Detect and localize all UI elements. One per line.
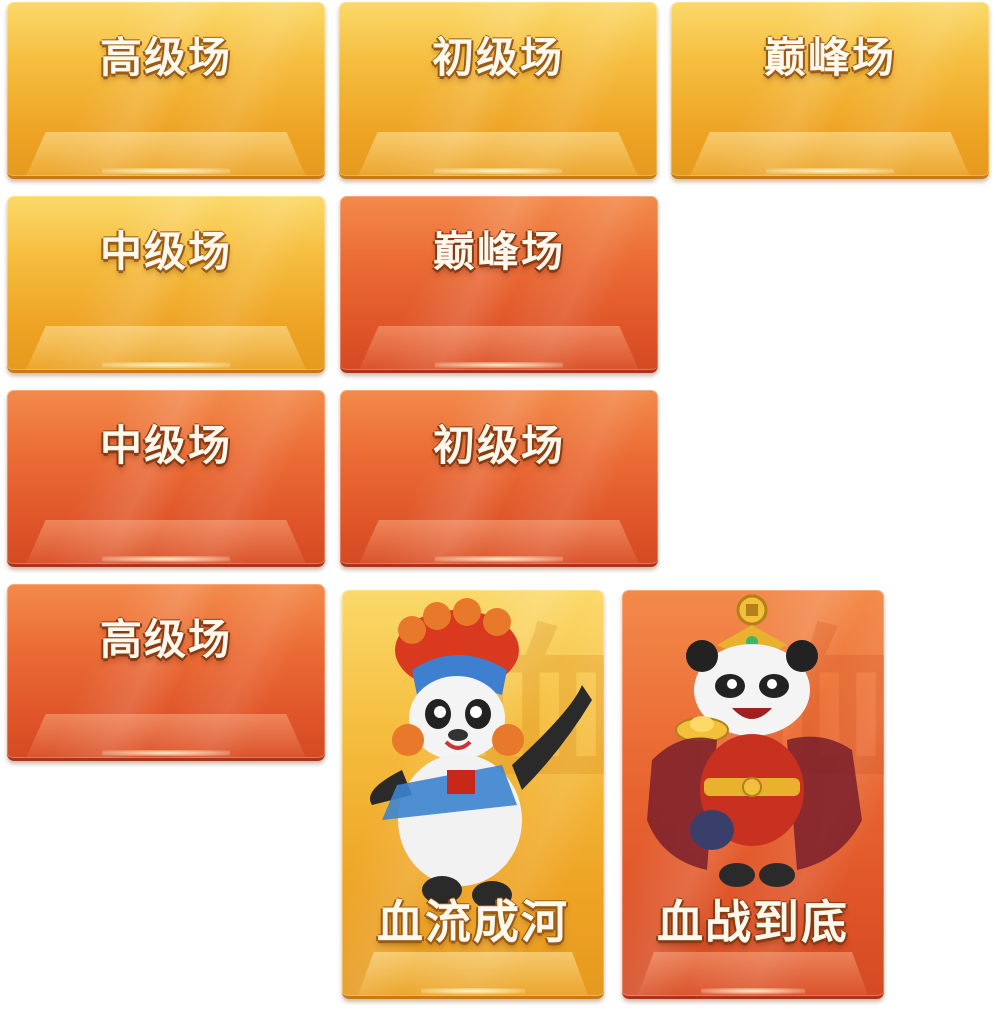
opera-panda-icon xyxy=(370,598,592,909)
room-card-red-beginner[interactable]: 初级场 xyxy=(340,390,658,567)
card-glow xyxy=(102,362,230,368)
mode-label: 血战到底 xyxy=(657,895,849,949)
room-label: 高级场 xyxy=(99,615,232,664)
room-label: 高级场 xyxy=(99,33,232,82)
room-label: 巅峰场 xyxy=(763,33,896,82)
room-label: 初级场 xyxy=(432,421,565,470)
mode-label: 血流成河 xyxy=(377,895,569,949)
card-glow xyxy=(102,556,230,562)
card-glow xyxy=(435,556,563,562)
room-label: 中级场 xyxy=(99,421,232,470)
card-glow xyxy=(435,362,563,368)
room-card-gold-advanced[interactable]: 高级场 xyxy=(7,2,325,179)
room-label: 巅峰场 xyxy=(432,227,565,276)
room-card-red-advanced[interactable]: 高级场 xyxy=(7,584,325,761)
mode-card-xuezhandaodi[interactable]: ⾎ 血战到底 xyxy=(622,590,884,999)
card-glow xyxy=(700,988,806,994)
room-card-gold-peak[interactable]: 巅峰场 xyxy=(671,2,989,179)
card-glow xyxy=(420,988,526,994)
room-card-gold-beginner[interactable]: 初级场 xyxy=(339,2,657,179)
gold-ingot-panda-icon xyxy=(647,594,862,887)
card-glow xyxy=(102,750,230,756)
card-glow xyxy=(102,168,230,174)
room-card-red-peak[interactable]: 巅峰场 xyxy=(340,196,658,373)
room-label: 中级场 xyxy=(99,227,232,276)
room-card-red-intermediate[interactable]: 中级场 xyxy=(7,390,325,567)
mode-card-xueliuchenghe[interactable]: ⾎ 血流成河 xyxy=(342,590,604,999)
card-glow xyxy=(434,168,562,174)
room-card-gold-intermediate[interactable]: 中级场 xyxy=(7,196,325,373)
room-label: 初级场 xyxy=(431,33,564,82)
card-glow xyxy=(766,168,894,174)
